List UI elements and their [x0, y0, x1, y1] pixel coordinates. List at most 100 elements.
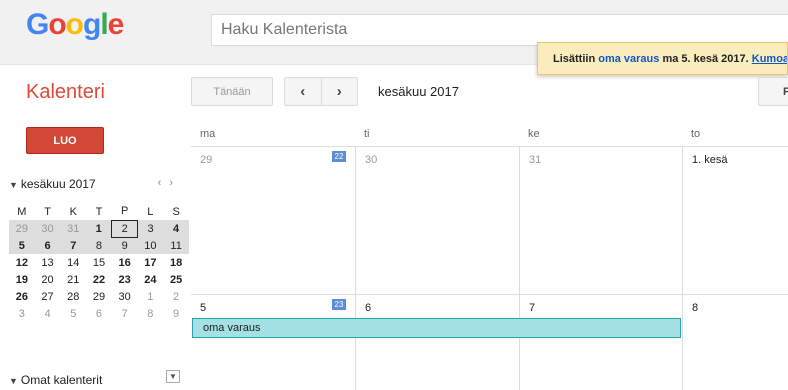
logo-letter: G — [26, 8, 49, 41]
next-button[interactable]: › — [320, 78, 358, 105]
mini-day[interactable]: 22 — [86, 271, 112, 288]
mini-day[interactable]: 8 — [138, 305, 164, 322]
mini-day[interactable]: 21 — [60, 271, 86, 288]
mini-day[interactable]: 27 — [35, 288, 61, 305]
month-grid: ma ti ke to 29 22 30 31 1. kesä 5 23 6 7… — [191, 117, 788, 390]
day-number: 7 — [529, 302, 536, 314]
collapse-triangle-icon[interactable]: ▼ — [9, 180, 18, 190]
mini-calendar-month: kesäkuu 2017 — [20, 177, 96, 191]
mini-day[interactable]: 6 — [34, 237, 61, 254]
view-button[interactable]: P — [758, 77, 788, 106]
mini-day[interactable]: 1 — [86, 220, 112, 237]
day-cell[interactable]: 7 — [519, 295, 682, 390]
event-chip[interactable]: oma varaus — [192, 318, 681, 338]
mini-day[interactable]: 2 — [163, 288, 189, 305]
mini-day[interactable]: 5 — [9, 237, 35, 254]
day-number: 31 — [529, 154, 542, 166]
today-button[interactable]: Tänään — [191, 77, 273, 106]
dropdown-arrow-icon[interactable]: ▼ — [166, 370, 180, 383]
own-calendars-label: Omat kalenterit — [20, 373, 103, 387]
mini-day[interactable]: 16 — [112, 254, 138, 271]
mini-day[interactable]: 7 — [112, 305, 138, 322]
mini-next-icon[interactable]: › — [169, 177, 181, 189]
mini-day[interactable]: 7 — [60, 237, 87, 254]
mini-prev-icon[interactable]: ‹ — [158, 177, 170, 189]
weekday-label: P — [120, 205, 129, 218]
mini-day[interactable]: 1 — [138, 288, 164, 305]
logo-letter: l — [100, 8, 108, 41]
day-cell[interactable]: 29 22 — [191, 147, 355, 295]
mini-day[interactable]: 10 — [137, 237, 164, 254]
logo-letter: g — [83, 8, 101, 41]
mini-day[interactable]: 28 — [60, 288, 86, 305]
week-number-badge[interactable]: 23 — [332, 299, 346, 310]
mini-day[interactable]: 3 — [9, 305, 35, 322]
day-number: 8 — [692, 302, 699, 314]
mini-day[interactable]: 31 — [60, 220, 87, 237]
mini-day[interactable]: 29 — [86, 288, 112, 305]
day-number: 5 — [200, 302, 207, 314]
mini-day[interactable]: 4 — [35, 305, 61, 322]
weekday-label: T — [95, 205, 103, 218]
mini-day[interactable]: 18 — [163, 254, 189, 271]
mini-day[interactable]: 19 — [9, 271, 35, 288]
day-cell[interactable]: 31 — [519, 147, 682, 295]
day-cell[interactable]: 1. kesä — [682, 147, 788, 295]
mini-day[interactable]: 5 — [60, 305, 86, 322]
weekday-label: K — [69, 205, 77, 218]
mini-day[interactable]: 14 — [60, 254, 86, 271]
mini-day[interactable]: 8 — [86, 237, 112, 254]
weekday-label: T — [44, 205, 51, 218]
mini-day[interactable]: 30 — [112, 288, 138, 305]
mini-calendar: M T K T P L S 29 30 31 1 2 3 4 5 6 7 8 9… — [9, 203, 189, 322]
day-number: 6 — [365, 302, 372, 314]
mini-day[interactable]: 23 — [112, 271, 138, 288]
prev-button[interactable]: ‹ — [285, 78, 321, 105]
weekday-label: L — [147, 205, 154, 218]
logo-letter: o — [48, 8, 66, 41]
mini-day[interactable]: 15 — [86, 254, 112, 271]
mini-day[interactable]: 13 — [35, 254, 61, 271]
mini-day[interactable]: 26 — [9, 288, 35, 305]
logo-letter: e — [107, 8, 125, 41]
day-number: 30 — [365, 154, 378, 166]
weekday-label: M — [17, 205, 27, 218]
mini-day[interactable]: 9 — [163, 305, 189, 322]
mini-day[interactable]: 25 — [163, 271, 189, 288]
mini-day[interactable]: 6 — [86, 305, 112, 322]
logo-letter: o — [65, 8, 84, 41]
mini-day[interactable]: 4 — [163, 220, 189, 237]
date-range-title: kesäkuu 2017 — [378, 84, 459, 99]
mini-day[interactable]: 12 — [9, 254, 35, 271]
notification-event-link[interactable]: oma varaus — [598, 53, 659, 65]
mini-day[interactable]: 30 — [34, 220, 61, 237]
google-logo[interactable]: Google — [26, 8, 125, 42]
day-header-wed: ke — [519, 117, 682, 147]
date-nav: ‹ › — [284, 77, 358, 106]
mini-day[interactable]: 17 — [138, 254, 164, 271]
day-cell[interactable]: 30 — [355, 147, 519, 295]
day-cell[interactable]: 6 — [355, 295, 519, 390]
mini-day[interactable]: 20 — [35, 271, 61, 288]
undo-link[interactable]: Kumoa — [752, 53, 787, 65]
mini-day[interactable]: 9 — [111, 237, 138, 254]
notification-suffix: ma 5. kesä 2017. — [659, 53, 752, 65]
collapse-triangle-icon: ▼ — [9, 376, 18, 386]
notification-prefix: Lisättiin — [553, 53, 599, 65]
week-number-badge[interactable]: 22 — [332, 151, 346, 162]
mini-calendar-nav: ‹› — [158, 177, 181, 189]
mini-day[interactable]: 29 — [9, 220, 35, 237]
day-number: 1. kesä — [692, 154, 728, 166]
day-header-tue: ti — [355, 117, 519, 147]
mini-day[interactable]: 3 — [137, 220, 164, 237]
day-cell[interactable]: 5 23 — [191, 295, 355, 390]
mini-day[interactable]: 24 — [138, 271, 164, 288]
notification-banner: Lisättiin oma varaus ma 5. kesä 2017. Ku… — [537, 42, 788, 75]
day-cell[interactable]: 8 — [682, 295, 788, 390]
mini-day[interactable]: 11 — [163, 237, 189, 254]
mini-calendar-header: ▼ kesäkuu 2017 ‹› — [9, 177, 189, 193]
mini-day-today[interactable]: 2 — [111, 219, 139, 238]
day-header-mon: ma — [191, 117, 355, 147]
create-button[interactable]: LUO — [26, 127, 104, 154]
own-calendars-header[interactable]: ▼ Omat kalenterit — [9, 373, 102, 387]
